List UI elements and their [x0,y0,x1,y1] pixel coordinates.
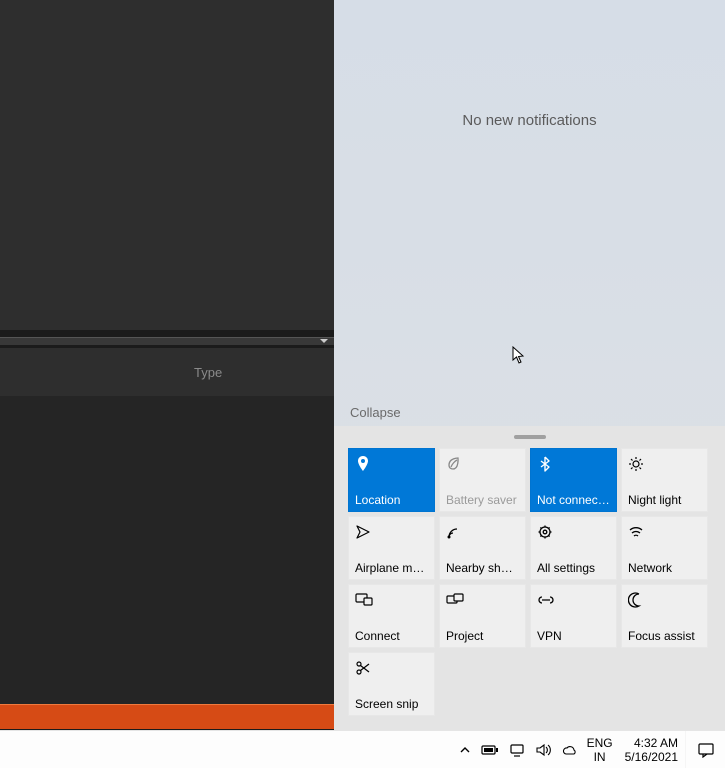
background-divider [0,337,334,345]
tile-label: Connect [355,629,428,643]
quick-actions-grid: Location Battery saver Not connected Nig… [348,448,711,716]
tile-label: Nearby sharing [446,561,519,575]
computer-icon [509,743,525,757]
tile-label: VPN [537,629,610,643]
tile-project[interactable]: Project [439,584,526,648]
tile-screen-snip[interactable]: Screen snip [348,652,435,716]
tile-battery-saver[interactable]: Battery saver [439,448,526,512]
bluetooth-icon [537,455,555,473]
vpn-icon [537,591,555,609]
tile-label: Location [355,493,428,507]
background-orange-bar [0,704,334,729]
tile-label: All settings [537,561,610,575]
background-panel: Type [0,0,334,730]
tile-connect[interactable]: Connect [348,584,435,648]
sun-icon [628,455,646,473]
chevron-up-icon [459,744,471,756]
notification-area: No new notifications [334,0,725,402]
collapse-link[interactable]: Collapse [350,405,401,420]
tile-focus-assist[interactable]: Focus assist [621,584,708,648]
tray-volume[interactable] [530,731,556,768]
tile-label: Project [446,629,519,643]
tile-label: Airplane mode [355,561,428,575]
background-row: Type [0,348,334,396]
tray-clock[interactable]: 4:32 AM 5/16/2021 [618,731,685,768]
language-secondary: IN [594,750,606,764]
moon-icon [628,591,646,609]
tile-network[interactable]: Network [621,516,708,580]
clock-date: 5/16/2021 [625,750,678,764]
cloud-icon [561,743,577,757]
tile-label: Focus assist [628,629,701,643]
tile-vpn[interactable]: VPN [530,584,617,648]
wifi-icon [628,523,646,541]
tile-location[interactable]: Location [348,448,435,512]
connect-icon [355,591,373,609]
project-icon [446,591,464,609]
leaf-icon [446,455,464,473]
action-center-panel: No new notifications Collapse Location B… [334,0,725,730]
airplane-icon [355,523,373,541]
taskbar: ENG IN 4:32 AM 5/16/2021 [0,730,725,768]
collapse-row: Collapse [334,402,725,426]
speaker-icon [535,743,551,757]
dropdown-arrow-icon[interactable] [320,339,328,343]
tray-battery[interactable] [476,731,504,768]
type-column-header: Type [194,365,222,380]
tile-night-light[interactable]: Night light [621,448,708,512]
tile-nearby-sharing[interactable]: Nearby sharing [439,516,526,580]
language-primary: ENG [587,736,613,750]
scissors-icon [355,659,373,677]
tile-label: Not connected [537,493,610,507]
background-upper-dark [0,0,361,330]
battery-icon [481,744,499,756]
tray-language[interactable]: ENG IN [582,731,618,768]
quick-actions-area: Location Battery saver Not connected Nig… [334,446,725,730]
clock-time: 4:32 AM [634,736,678,750]
tray-onedrive[interactable] [556,731,582,768]
tile-label: Network [628,561,701,575]
notification-icon [697,742,715,758]
tile-airplane-mode[interactable]: Airplane mode [348,516,435,580]
tray-overflow[interactable] [454,731,476,768]
grab-bar[interactable] [334,426,725,446]
tile-label: Night light [628,493,701,507]
mouse-cursor-icon [512,346,526,364]
tray-action-center-button[interactable] [685,731,725,768]
background-lower-dark [0,396,334,704]
tray-network[interactable] [504,731,530,768]
tile-all-settings[interactable]: All settings [530,516,617,580]
no-notifications-label: No new notifications [334,112,725,129]
tile-bluetooth[interactable]: Not connected [530,448,617,512]
gear-icon [537,523,555,541]
tile-label: Screen snip [355,697,428,711]
tile-label: Battery saver [446,493,519,507]
location-icon [355,455,373,473]
share-icon [446,523,464,541]
